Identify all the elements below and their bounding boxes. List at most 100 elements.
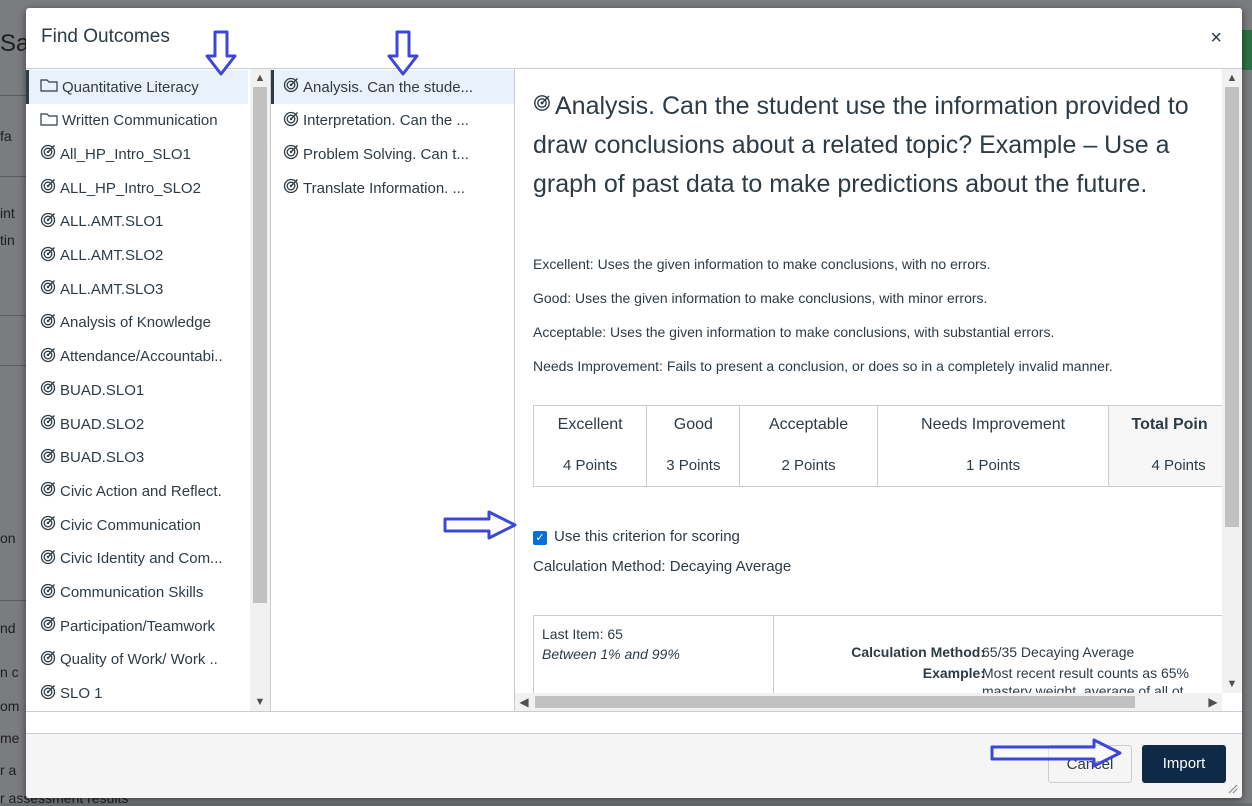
outcome-target-icon <box>283 178 299 198</box>
folder-icon <box>40 78 58 96</box>
group-item-label: Civic Action and Reflect. <box>60 482 222 500</box>
calc-range: Between 1% and 99% <box>542 646 680 662</box>
find-outcomes-dialog: Find Outcomes × ▲ ▼ Quantitative Literac… <box>26 8 1242 798</box>
group-item[interactable]: BUAD.SLO3 <box>26 441 248 475</box>
use-for-scoring-label: Use this criterion for scoring <box>554 527 740 545</box>
rubric-cell: Excellent 4 Points <box>532 405 648 487</box>
background-text: tin <box>0 232 15 248</box>
group-item[interactable]: BUAD.SLO2 <box>26 407 248 441</box>
outcome-target-icon <box>40 347 56 367</box>
scrollbar-thumb[interactable] <box>535 696 1135 708</box>
rating-description: Excellent: Uses the given information to… <box>533 256 991 272</box>
outcome-target-icon <box>283 111 299 131</box>
outcome-groups-list: ▲ ▼ Quantitative Literacy Written Communi… <box>26 69 271 711</box>
background-text: om <box>0 698 20 714</box>
calc-last-item-block: Last Item: 65 Between 1% and 99% <box>542 626 680 662</box>
scroll-right-icon[interactable]: ▶ <box>1204 693 1222 711</box>
outcome-target-icon <box>283 144 299 164</box>
calc-example-line: Most recent result counts as 65% <box>982 665 1189 681</box>
group-item[interactable]: ALL_HP_Intro_SLO2 <box>26 171 248 205</box>
calc-last-item: Last Item: 65 <box>542 626 623 642</box>
group-item-label: Communication Skills <box>60 584 204 601</box>
background-text: r a <box>0 762 17 778</box>
outcome-target-icon <box>40 212 56 232</box>
annotation-down-arrow-icon <box>387 30 419 76</box>
group-item[interactable]: SLO 1 <box>26 677 248 711</box>
group-item[interactable]: ALL.AMT.SLO3 <box>26 272 248 306</box>
rubric-rating-points: 4 Points <box>563 457 618 474</box>
group-item[interactable]: ALL.AMT.SLO2 <box>26 239 248 273</box>
close-button[interactable]: × <box>1210 28 1222 48</box>
group-item[interactable]: Civic Communication <box>26 508 248 542</box>
annotation-down-arrow-icon <box>205 30 237 76</box>
calc-divider <box>773 616 774 696</box>
background-accent <box>1242 30 1252 70</box>
group-item[interactable]: All_HP_Intro_SLO1 <box>26 137 248 171</box>
annotation-right-arrow-icon <box>443 510 517 540</box>
outcome-target-icon <box>40 481 56 501</box>
use-for-scoring-row: ✓ Use this criterion for scoring <box>533 527 740 545</box>
outcome-item[interactable]: Translate Information. ... <box>271 171 514 205</box>
group-item[interactable]: Communication Skills <box>26 576 248 610</box>
rubric-rating-name: Excellent <box>557 416 623 433</box>
group-item[interactable]: ALL.AMT.SLO1 <box>26 205 248 239</box>
outcome-item[interactable]: Interpretation. Can the ... <box>271 104 514 138</box>
scroll-up-icon[interactable]: ▲ <box>1222 69 1242 87</box>
calc-method-label: Calculation Method: <box>851 644 985 660</box>
scrollbar-thumb[interactable] <box>253 87 267 603</box>
import-button[interactable]: Import <box>1142 745 1226 783</box>
scroll-left-icon[interactable]: ◀ <box>515 693 533 711</box>
outcome-target-icon <box>40 178 56 198</box>
scrollbar-thumb[interactable] <box>1225 87 1239 527</box>
rubric-rating-name: Needs Improvement <box>921 416 1066 433</box>
group-item-label: BUAD.SLO2 <box>60 415 145 433</box>
group-item-label: All_HP_Intro_SLO1 <box>60 145 191 163</box>
background-text: me <box>0 730 20 746</box>
rubric-cell: Needs Improvement 1 Points <box>876 405 1110 487</box>
groups-scrollbar[interactable]: ▲ ▼ <box>250 69 270 711</box>
group-item-label: BUAD.SLO3 <box>60 449 145 467</box>
detail-horizontal-scrollbar[interactable]: ◀ ▶ <box>515 693 1222 711</box>
group-item[interactable]: Civic Action and Reflect. <box>26 474 248 508</box>
background-text: n c <box>0 664 19 680</box>
background-text: nd <box>0 620 16 636</box>
outcome-target-icon <box>40 448 56 468</box>
group-item-label: ALL.AMT.SLO2 <box>60 247 164 264</box>
outcome-target-icon <box>40 616 56 636</box>
outcome-target-icon <box>40 549 56 569</box>
group-item[interactable]: Analysis of Knowledge <box>26 306 248 340</box>
use-for-scoring-checkbox[interactable]: ✓ <box>533 531 547 545</box>
detail-scrollbar[interactable]: ▲ ▼ <box>1222 69 1242 693</box>
group-item[interactable]: Participation/Teamwork <box>26 609 248 643</box>
outcome-detail: Analysis. Can the student use the inform… <box>515 69 1242 711</box>
group-item-label: Analysis of Knowledge <box>60 314 211 332</box>
resize-grip-icon[interactable] <box>1226 782 1238 794</box>
group-item-label: Written Communication <box>62 112 218 130</box>
outcome-title: Analysis. Can the student use the inform… <box>533 87 1223 204</box>
rubric-table: Excellent 4 Points Good 3 Points Acceptabl… <box>532 405 1242 487</box>
group-item[interactable]: Attendance/Accountabi.. <box>26 340 248 374</box>
background-text: Sa <box>0 30 30 57</box>
outcome-target-icon <box>40 515 56 535</box>
outcome-item-label: Interpretation. Can the ... <box>303 112 469 130</box>
outcome-target-icon <box>283 77 299 97</box>
group-item-label: BUAD.SLO1 <box>60 381 145 399</box>
scroll-up-icon[interactable]: ▲ <box>250 69 270 87</box>
outcome-icon <box>534 95 550 111</box>
outcome-item[interactable]: Problem Solving. Can t... <box>271 137 514 171</box>
group-item[interactable]: Quality of Work/ Work .. <box>26 643 248 677</box>
outcome-item-label: Analysis. Can the stude... <box>303 78 474 96</box>
group-item-label: Civic Identity and Com... <box>60 550 223 568</box>
rubric-rating-points: 3 Points <box>666 457 721 474</box>
outcome-target-icon <box>40 684 56 704</box>
scroll-down-icon[interactable]: ▼ <box>1222 675 1242 693</box>
group-item[interactable]: Written Communication <box>26 104 248 138</box>
dialog-title: Find Outcomes <box>41 26 170 47</box>
background-text: fa <box>0 128 12 144</box>
scroll-down-icon[interactable]: ▼ <box>250 693 270 711</box>
rubric-cell: Good 3 Points <box>646 405 741 487</box>
group-item[interactable]: BUAD.SLO1 <box>26 373 248 407</box>
group-item[interactable]: Civic Identity and Com... <box>26 542 248 576</box>
outcome-target-icon <box>40 650 56 670</box>
group-item-label: ALL_HP_Intro_SLO2 <box>60 179 201 197</box>
